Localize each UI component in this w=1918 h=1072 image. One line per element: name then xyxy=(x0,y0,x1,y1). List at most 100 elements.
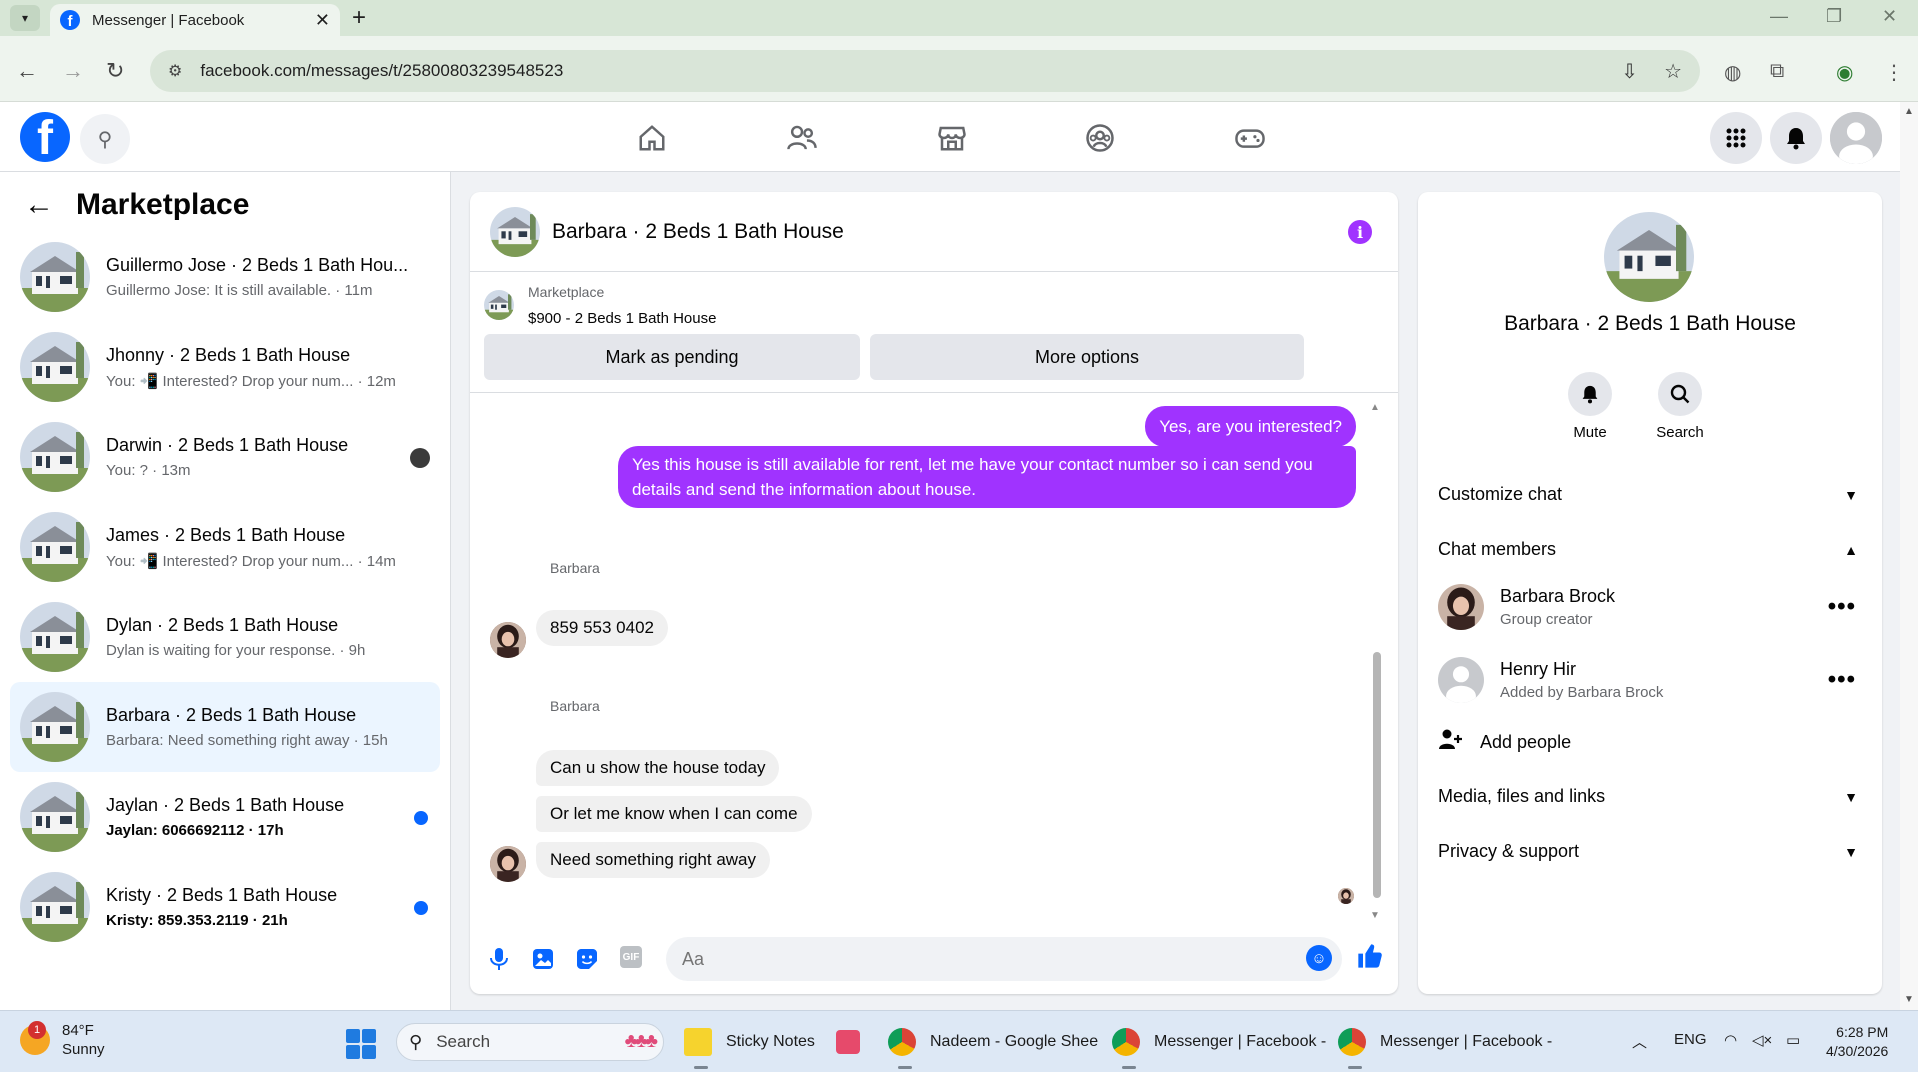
conversation-item[interactable]: James · 2 Beds 1 Bath House You: 📲 Intere… xyxy=(10,502,440,592)
scroll-up-icon[interactable]: ▲ xyxy=(1370,402,1380,413)
conversation-item-active[interactable]: Barbara · 2 Beds 1 Bath House Barbara: Ne… xyxy=(10,682,440,772)
bookmark-star-icon[interactable]: ☆ xyxy=(1664,59,1682,84)
sender-avatar[interactable] xyxy=(490,622,526,658)
more-options-icon[interactable]: ••• xyxy=(1828,666,1856,694)
language-indicator[interactable]: ENG xyxy=(1674,1031,1707,1048)
browser-tab-strip: ▾ f Messenger | Facebook ✕ + — ❐ ✕ xyxy=(0,0,1918,36)
taskbar-sticky-notes[interactable]: Sticky Notes xyxy=(684,1023,815,1069)
reload-icon[interactable]: ↻ xyxy=(106,58,124,84)
taskbar-snipping-tool[interactable] xyxy=(836,1023,874,1061)
incoming-message[interactable]: 859 553 0402 xyxy=(536,610,668,646)
taskbar-chrome-messenger[interactable]: Messenger | Facebook - xyxy=(1112,1023,1326,1069)
battery-icon[interactable]: ▭ xyxy=(1786,1031,1800,1049)
wifi-icon[interactable]: ◠ xyxy=(1724,1031,1737,1049)
close-tab-icon[interactable]: ✕ xyxy=(315,10,330,31)
message-input[interactable] xyxy=(666,937,1342,981)
conversation-name: Jaylan · 2 Beds 1 Bath House xyxy=(106,795,345,815)
address-bar[interactable]: ⚙ facebook.com/messages/t/25800803239548… xyxy=(150,50,1700,92)
taskbar-search[interactable]: ⚲ Search ♣♣♣ xyxy=(396,1023,664,1061)
marketplace-header: ← Marketplace xyxy=(24,188,249,222)
site-info-icon[interactable]: ⚙ xyxy=(168,61,182,81)
conversation-name: Dylan · 2 Beds 1 Bath House xyxy=(106,615,339,635)
more-options-icon[interactable]: ••• xyxy=(1828,593,1856,621)
gif-icon[interactable]: GIF xyxy=(620,946,642,968)
back-arrow-icon[interactable]: ← xyxy=(24,188,54,222)
page-scrollbar[interactable]: ▲ ▼ xyxy=(1900,102,1918,1010)
photo-icon[interactable] xyxy=(530,946,556,972)
mute-button[interactable]: Mute xyxy=(1550,372,1630,441)
customize-chat-section[interactable]: Customize chat ▼ xyxy=(1438,484,1868,505)
marketplace-icon[interactable] xyxy=(932,120,972,156)
chevron-up-icon[interactable]: ︿ xyxy=(1632,1031,1647,1052)
browser-toolbar: ← → ↻ ⚙ facebook.com/messages/t/25800803… xyxy=(0,36,1918,102)
search-icon[interactable]: ⚲ xyxy=(80,114,130,164)
sticker-icon[interactable] xyxy=(574,946,600,972)
more-options-button[interactable]: More options xyxy=(870,334,1304,380)
add-people-button[interactable]: Add people xyxy=(1438,728,1571,756)
window-close-icon[interactable]: ✕ xyxy=(1882,6,1897,27)
conversation-item[interactable]: Guillermo Jose · 2 Beds 1 Bath Hou... Gui… xyxy=(10,232,440,322)
conversation-item[interactable]: Dylan · 2 Beds 1 Bath House Dylan is wait… xyxy=(10,592,440,682)
chat-listing-thumbnail[interactable] xyxy=(490,207,540,257)
conversation-item[interactable]: Jaylan · 2 Beds 1 Bath House Jaylan: 6066… xyxy=(10,772,440,862)
member-row[interactable]: Henry Hir Added by Barbara Brock ••• xyxy=(1438,657,1868,703)
weather-widget[interactable]: 1 84°F Sunny xyxy=(20,1021,105,1059)
facebook-logo-icon[interactable]: f xyxy=(20,112,70,162)
groups-icon[interactable] xyxy=(1080,120,1120,156)
conversation-snippet: Barbara: Need something right away · 15h xyxy=(106,732,388,749)
sender-avatar[interactable] xyxy=(490,846,526,882)
emoji-icon[interactable]: ☺ xyxy=(1306,945,1332,971)
chat-scrollbar[interactable]: ▲ ▼ xyxy=(1370,402,1382,922)
friends-icon[interactable] xyxy=(782,120,822,156)
windows-start-icon[interactable] xyxy=(346,1029,376,1059)
browser-menu-icon[interactable]: ⋮ xyxy=(1884,60,1904,85)
outgoing-message[interactable]: Yes this house is still available for re… xyxy=(618,446,1356,508)
scroll-up-icon[interactable]: ▲ xyxy=(1904,106,1914,117)
restore-icon[interactable]: ❐ xyxy=(1826,6,1842,27)
browser-tab[interactable]: f Messenger | Facebook ✕ xyxy=(50,4,340,36)
home-icon[interactable] xyxy=(632,120,672,156)
conversation-item[interactable]: Kristy · 2 Beds 1 Bath House Kristy: 859.… xyxy=(10,862,440,952)
menu-grid-icon[interactable] xyxy=(1710,112,1762,164)
scroll-down-icon[interactable]: ▼ xyxy=(1370,910,1380,921)
privacy-support-section[interactable]: Privacy & support ▼ xyxy=(1438,841,1868,862)
mark-as-pending-button[interactable]: Mark as pending xyxy=(484,334,860,380)
extensions-icon[interactable]: ⧉ xyxy=(1770,60,1784,83)
member-row[interactable]: Barbara Brock Group creator ••• xyxy=(1438,584,1868,630)
outgoing-message[interactable]: Yes, are you interested? xyxy=(1145,406,1356,447)
install-app-icon[interactable]: ⇩ xyxy=(1621,59,1638,84)
new-tab-icon[interactable]: + xyxy=(352,4,366,32)
conversation-name: Barbara · 2 Beds 1 Bath House xyxy=(106,705,357,725)
conversation-item[interactable]: Darwin · 2 Beds 1 Bath House You: ? · 13m xyxy=(10,412,440,502)
tab-search-menu-icon[interactable]: ▾ xyxy=(10,5,40,31)
incoming-message[interactable]: Need something right away xyxy=(536,842,771,878)
listing-card[interactable]: Marketplace $900 - 2 Beds 1 Bath House xyxy=(484,284,716,327)
scrollbar-thumb[interactable] xyxy=(1373,652,1381,898)
search-in-chat-button[interactable]: Search xyxy=(1640,372,1720,441)
thumbs-up-icon[interactable] xyxy=(1356,942,1384,977)
notifications-bell-icon[interactable] xyxy=(1770,112,1822,164)
gaming-icon[interactable] xyxy=(1230,120,1270,156)
chat-members-section[interactable]: Chat members ▲ xyxy=(1438,539,1868,560)
incoming-message[interactable]: Or let me know when I can come xyxy=(536,796,812,832)
account-avatar[interactable] xyxy=(1830,112,1882,164)
member-avatar xyxy=(1438,584,1484,630)
media-files-links-section[interactable]: Media, files and links ▼ xyxy=(1438,786,1868,807)
system-clock[interactable]: 6:28 PM 4/30/2026 xyxy=(1826,1023,1888,1061)
speaker-muted-icon[interactable]: ◁× xyxy=(1752,1031,1772,1049)
microphone-icon[interactable] xyxy=(486,946,512,972)
scroll-down-icon[interactable]: ▼ xyxy=(1904,994,1914,1005)
incoming-message[interactable]: Can u show the house today xyxy=(536,750,780,786)
minimize-icon[interactable]: — xyxy=(1770,6,1788,27)
taskbar-chrome-messenger[interactable]: Messenger | Facebook - xyxy=(1338,1023,1552,1069)
translate-icon[interactable]: ◍ xyxy=(1724,60,1741,85)
back-icon[interactable]: ← xyxy=(16,58,38,84)
listing-thumbnail xyxy=(20,782,90,852)
info-icon[interactable]: i xyxy=(1348,220,1372,244)
taskbar-chrome-sheets[interactable]: Nadeem - Google Shee xyxy=(888,1023,1098,1069)
listing-thumbnail xyxy=(20,602,90,672)
conversation-item[interactable]: Jhonny · 2 Beds 1 Bath House You: 📲 Inter… xyxy=(10,322,440,412)
chat-title[interactable]: Barbara · 2 Beds 1 Bath House xyxy=(552,220,844,244)
forward-icon[interactable]: → xyxy=(62,58,84,84)
profile-icon[interactable]: ◉ xyxy=(1836,60,1853,85)
